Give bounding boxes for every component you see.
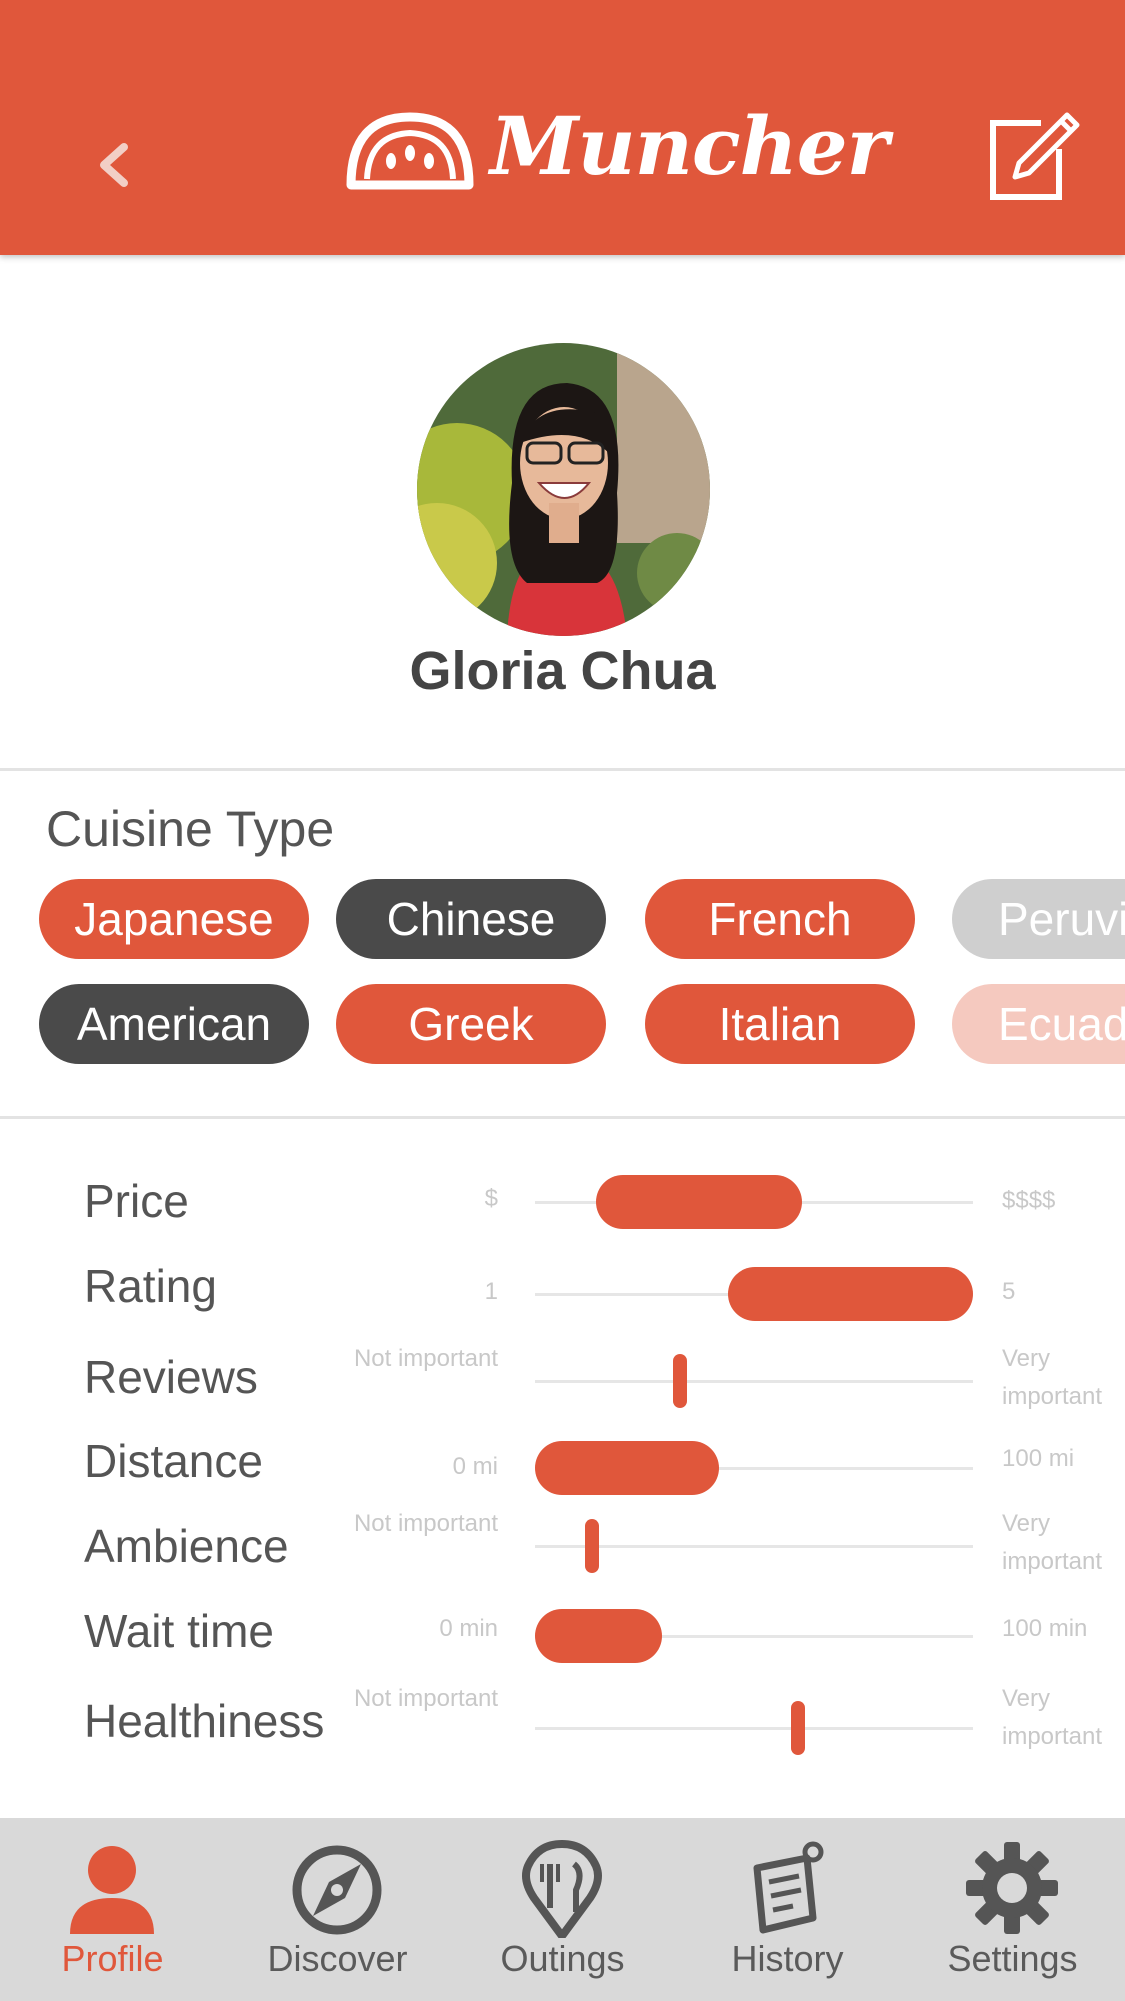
- pref-wait-time: Wait time 0 min 100 min: [0, 1596, 1125, 1676]
- chevron-left-icon: [100, 143, 128, 187]
- chip-greek[interactable]: Greek: [336, 984, 606, 1064]
- tab-label: Profile: [61, 1938, 164, 1979]
- pref-min-label: Not important: [353, 1685, 498, 1712]
- pref-max-label: 5: [1002, 1278, 1016, 1305]
- pref-max-label: Very important: [1002, 1510, 1103, 1575]
- pref-label: Reviews: [84, 1351, 258, 1403]
- slider-handle[interactable]: [790, 1701, 805, 1755]
- receipt-icon: [753, 1841, 824, 1934]
- slider-track[interactable]: [535, 1727, 973, 1730]
- tab-settings[interactable]: Settings: [900, 1818, 1125, 2001]
- tab-label: Discover: [267, 1938, 408, 1979]
- pref-min-label: 0 mi: [452, 1453, 498, 1480]
- pref-min-label: 0 min: [439, 1615, 498, 1642]
- app-logo: Muncher: [345, 99, 889, 205]
- slider-range[interactable]: [535, 1609, 663, 1663]
- slider-handle[interactable]: [584, 1519, 599, 1573]
- tab-label: Settings: [947, 1938, 1078, 1979]
- chip-label: American: [76, 998, 272, 1050]
- compass-icon: [292, 1845, 382, 1935]
- chip-label: Italian: [718, 998, 842, 1050]
- pref-label: Distance: [84, 1435, 263, 1487]
- pref-max-label: 100 mi: [1002, 1445, 1075, 1472]
- pref-max-label: 100 min: [1002, 1615, 1088, 1642]
- pref-label: Rating: [84, 1260, 217, 1312]
- tab-label: Outings: [500, 1938, 625, 1979]
- divider: [0, 768, 1125, 771]
- chip-label: Ecuadorian: [998, 998, 1125, 1050]
- chip-american[interactable]: American: [39, 984, 309, 1064]
- slider-range[interactable]: [535, 1441, 719, 1495]
- app-header: Muncher: [0, 0, 1125, 255]
- chip-japanese[interactable]: Japanese: [39, 879, 309, 959]
- slider-track[interactable]: [535, 1545, 973, 1548]
- user-icon: [70, 1846, 154, 1934]
- pref-min-label: 1: [484, 1278, 498, 1305]
- tab-outings[interactable]: Outings: [450, 1818, 675, 2001]
- tab-history[interactable]: History: [675, 1818, 900, 2001]
- pref-min-label: $: [484, 1185, 498, 1212]
- pref-label: Ambience: [84, 1520, 289, 1572]
- avatar-photo: [417, 343, 710, 636]
- tab-profile[interactable]: Profile: [0, 1818, 225, 2001]
- gear-icon: [966, 1842, 1058, 1934]
- fork-pin-icon: [522, 1839, 602, 1938]
- chip-label: French: [708, 893, 852, 945]
- pref-rating: Rating 1 5: [0, 1253, 1125, 1333]
- chip-label: Chinese: [386, 893, 556, 945]
- slider-range[interactable]: [727, 1267, 973, 1321]
- tab-discover[interactable]: Discover: [225, 1818, 450, 2001]
- chip-chinese[interactable]: Chinese: [336, 879, 606, 959]
- pref-label: Wait time: [84, 1605, 274, 1657]
- chip-label: Japanese: [74, 893, 274, 945]
- pref-distance: Distance 0 mi 100 mi: [0, 1426, 1125, 1506]
- pref-min-label: Not important: [353, 1345, 498, 1372]
- edit-icon: [990, 112, 1080, 200]
- pref-min-label: Not important: [353, 1510, 498, 1537]
- tab-label: History: [731, 1938, 844, 1979]
- melon-logo-icon: [346, 112, 474, 190]
- tab-bar: Profile Discover Outings History Setting…: [0, 1818, 1125, 2001]
- back-button[interactable]: [86, 135, 146, 195]
- avatar[interactable]: [417, 343, 710, 636]
- chip-french[interactable]: French: [645, 879, 915, 959]
- pref-ambience: Ambience Not important Very important: [0, 1505, 1125, 1585]
- chip-peruvian[interactable]: Peruvian: [952, 879, 1125, 959]
- slider-track[interactable]: [535, 1380, 973, 1383]
- cuisine-section-title: Cuisine Type: [46, 801, 335, 857]
- pref-price: Price $ $$$$: [0, 1160, 1125, 1240]
- pref-label: Healthiness: [84, 1695, 325, 1747]
- chip-label: Peruvian: [998, 893, 1125, 945]
- divider: [0, 1116, 1125, 1119]
- edit-profile-button[interactable]: [985, 105, 1085, 205]
- pref-max-label: $$$$: [1002, 1187, 1056, 1214]
- app-name: Muncher: [490, 99, 889, 193]
- chip-label: Greek: [408, 998, 534, 1050]
- pref-label: Price: [84, 1175, 189, 1227]
- pref-max-label: Very important: [1002, 1685, 1103, 1750]
- profile-name: Gloria Chua: [409, 641, 716, 701]
- slider-range[interactable]: [596, 1175, 803, 1229]
- pref-healthiness: Healthiness Not important Very important: [0, 1680, 1125, 1760]
- chip-ecuadorian[interactable]: Ecuadorian: [952, 984, 1125, 1064]
- pref-reviews: Reviews Not important Very important: [0, 1340, 1125, 1420]
- slider-handle[interactable]: [672, 1354, 687, 1408]
- pref-max-label: Very important: [1002, 1345, 1103, 1410]
- chip-italian[interactable]: Italian: [645, 984, 915, 1064]
